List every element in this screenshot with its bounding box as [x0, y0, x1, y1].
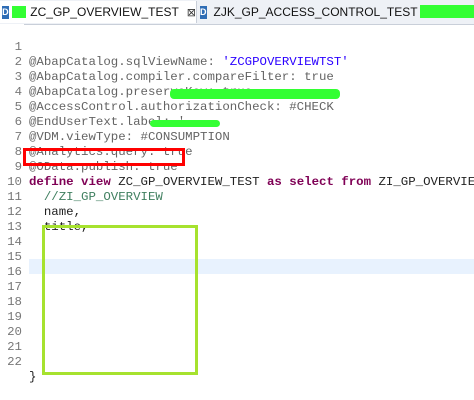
- tab-zjk-gp-access-control-test[interactable]: D ZJK_GP_ACCESS_CONTROL_TEST »: [198, 1, 438, 23]
- redaction-marker: [11, 6, 27, 18]
- redaction-highlight: [150, 120, 220, 127]
- code-line[interactable]: 13: [0, 205, 474, 234]
- annotation-green-box: [42, 225, 198, 375]
- annotation-red-box: [23, 148, 185, 166]
- code-line[interactable]: 12 title,: [0, 190, 474, 234]
- code-editor[interactable]: 1 @AbapCatalog.sqlViewName: 'ZCGPOVERVIE…: [0, 24, 474, 389]
- close-icon[interactable]: ⊠: [187, 6, 196, 19]
- ddl-file-icon: D: [2, 5, 9, 19]
- code-line[interactable]: 1 @AbapCatalog.sqlViewName: 'ZCGPOVERVIE…: [0, 25, 474, 69]
- code-line[interactable]: 11 name,: [0, 175, 474, 219]
- tab-zc-gp-overview-test[interactable]: D ZC_GP_OVERVIEW_TEST ⊠: [0, 1, 197, 23]
- code-line[interactable]: 3 @AbapCatalog.preserveKey: true: [0, 55, 474, 99]
- dcl-file-icon: D: [200, 5, 207, 19]
- redaction-marker: [420, 5, 474, 18]
- code-line[interactable]: 4 @AccessControl.authorizationCheck: #CH…: [0, 70, 474, 114]
- code-text: }: [29, 370, 37, 384]
- tab-title: ZJK_GP_ACCESS_CONTROL_TEST: [213, 5, 418, 19]
- redaction-highlight: [170, 89, 340, 99]
- code-line[interactable]: 2 @AbapCatalog.compiler.compareFilter: t…: [0, 40, 474, 84]
- line-number: 22: [7, 355, 22, 369]
- code-line[interactable]: 8 @OData.publish: true: [0, 130, 474, 174]
- tab-title: ZC_GP_OVERVIEW_TEST: [30, 5, 179, 19]
- code-line[interactable]: 6 @VDM.viewType: #CONSUMPTION: [0, 100, 474, 144]
- code-line[interactable]: 7 @Analytics.query: true: [0, 115, 474, 159]
- editor-tab-bar: D ZC_GP_OVERVIEW_TEST ⊠ D ZJK_GP_ACCESS_…: [0, 0, 474, 25]
